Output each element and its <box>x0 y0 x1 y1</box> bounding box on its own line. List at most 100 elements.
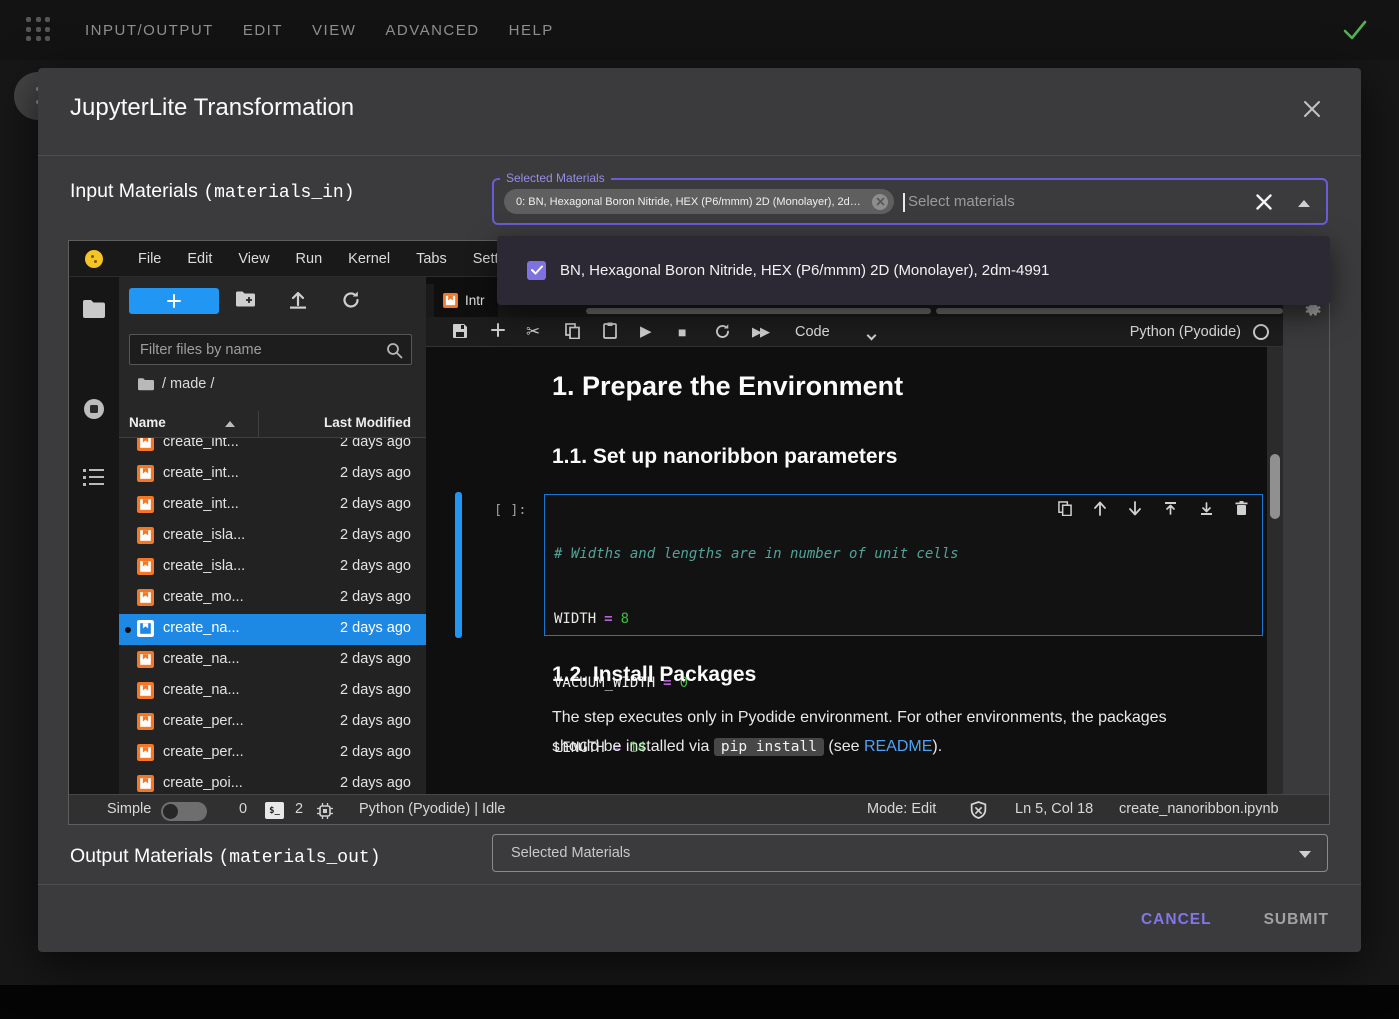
cancel-button[interactable]: CANCEL <box>1141 911 1212 929</box>
notebook-filename[interactable]: create_nanoribbon.ipynb <box>1119 801 1279 817</box>
column-name[interactable]: Name <box>129 415 166 430</box>
file-row[interactable]: create_na...2 days ago <box>119 676 426 707</box>
code-cell[interactable]: # Widths and lengths are in number of un… <box>544 494 1263 636</box>
cell-type-select[interactable]: Code <box>795 324 830 340</box>
materials-input-placeholder[interactable]: Select materials <box>908 193 1015 210</box>
file-row[interactable]: create_mo...2 days ago <box>119 583 426 614</box>
duplicate-cell-icon[interactable] <box>1058 501 1072 516</box>
check-icon[interactable] <box>1341 17 1369 43</box>
header-divider <box>38 155 1361 156</box>
stop-icon[interactable]: ■ <box>678 324 686 340</box>
jmenu-settings[interactable]: Sett <box>473 251 499 267</box>
restart-kernel-icon[interactable] <box>714 323 731 340</box>
trust-shield-icon[interactable] <box>969 801 988 820</box>
insert-cell-icon[interactable] <box>490 322 506 338</box>
file-list: create_int...2 days ago create_int...2 d… <box>119 438 426 794</box>
input-materials-label: Input Materials (materials_in) <box>70 180 355 203</box>
terminal-icon: $_ <box>265 802 284 819</box>
notebook-icon <box>137 527 154 544</box>
app-top-bar: INPUT/OUTPUT EDIT VIEW ADVANCED HELP <box>0 0 1399 60</box>
notebook-icon <box>443 293 458 308</box>
upload-icon[interactable] <box>288 290 308 309</box>
notebook-h2: 1.2. Install Packages <box>552 663 756 687</box>
delete-cell-icon[interactable] <box>1235 501 1248 516</box>
kernel-status-icon[interactable] <box>1253 324 1269 340</box>
file-row[interactable]: create_per...2 days ago <box>119 738 426 769</box>
table-of-contents-icon[interactable] <box>82 467 106 487</box>
input-materials-code: (materials_in) <box>203 183 354 203</box>
output-materials-code: (materials_out) <box>218 848 380 868</box>
tabbar-scrollbar[interactable] <box>936 308 1283 314</box>
sort-ascending-icon[interactable] <box>225 421 235 427</box>
terminals-count[interactable]: 0 <box>239 801 247 817</box>
notebook-scrollbar-thumb[interactable] <box>1270 454 1280 519</box>
file-row[interactable]: create_poi...2 days ago <box>119 769 426 794</box>
selected-materials-field[interactable]: 0: BN, Hexagonal Boron Nitride, HEX (P6/… <box>492 178 1328 225</box>
file-row[interactable]: create_int...2 days ago <box>119 459 426 490</box>
active-cell-indicator[interactable] <box>455 492 462 638</box>
dropdown-open-caret-icon[interactable] <box>1298 200 1310 207</box>
restart-run-all-icon[interactable]: ▶▶ <box>752 324 768 340</box>
file-row[interactable]: create_na...2 days ago <box>119 645 426 676</box>
move-cell-down-icon[interactable] <box>1128 501 1142 516</box>
mode-indicator[interactable]: Mode: Edit <box>867 801 936 817</box>
breadcrumb[interactable]: / made / <box>137 376 214 392</box>
material-chip[interactable]: 0: BN, Hexagonal Boron Nitride, HEX (P6/… <box>504 189 894 214</box>
insert-cell-below-icon[interactable] <box>1199 501 1214 516</box>
cursor-position[interactable]: Ln 5, Col 18 <box>1015 801 1093 817</box>
app-logo-dots-icon[interactable] <box>26 17 52 43</box>
filter-files-input[interactable] <box>140 335 380 364</box>
close-icon[interactable] <box>1299 96 1325 122</box>
jupyterlite-logo-icon <box>85 250 103 268</box>
new-launcher-button[interactable] <box>129 288 219 314</box>
kernel-status-text[interactable]: Python (Pyodide) | Idle <box>359 801 505 817</box>
file-row[interactable]: create_isla...2 days ago <box>119 552 426 583</box>
kernel-name[interactable]: Python (Pyodide) <box>1130 324 1241 340</box>
checkbox-checked-icon[interactable] <box>527 261 546 280</box>
jmenu-kernel[interactable]: Kernel <box>348 251 390 267</box>
column-last-modified[interactable]: Last Modified <box>324 415 411 430</box>
output-materials-select[interactable]: Selected Materials <box>492 834 1328 872</box>
jmenu-view[interactable]: View <box>238 251 269 267</box>
screen: INPUT/OUTPUT EDIT VIEW ADVANCED HELP Jup… <box>0 0 1399 1019</box>
simple-mode-label: Simple <box>107 801 151 817</box>
folder-icon <box>137 377 154 391</box>
menu-help[interactable]: HELP <box>509 22 554 39</box>
tabbar-scrollbar[interactable] <box>586 308 931 314</box>
refresh-icon[interactable] <box>341 290 361 310</box>
file-row[interactable]: create_int...2 days ago <box>119 438 426 459</box>
submit-button[interactable]: SUBMIT <box>1264 911 1329 929</box>
simple-mode-toggle[interactable] <box>161 802 207 821</box>
jmenu-edit[interactable]: Edit <box>187 251 212 267</box>
jmenu-tabs[interactable]: Tabs <box>416 251 447 267</box>
move-cell-up-icon[interactable] <box>1093 501 1107 516</box>
file-row[interactable]: create_int...2 days ago <box>119 490 426 521</box>
run-icon[interactable]: ▶ <box>640 324 652 340</box>
cut-icon[interactable]: ✂ <box>526 324 540 340</box>
material-option[interactable]: BN, Hexagonal Boron Nitride, HEX (P6/mmm… <box>497 250 1330 290</box>
file-browser-icon[interactable] <box>82 299 106 319</box>
chip-remove-icon[interactable] <box>872 194 888 210</box>
menu-input-output[interactable]: INPUT/OUTPUT <box>85 22 214 39</box>
paste-icon[interactable] <box>603 322 617 339</box>
chevron-down-icon[interactable] <box>868 326 875 342</box>
file-row[interactable]: create_per...2 days ago <box>119 707 426 738</box>
menu-edit[interactable]: EDIT <box>243 22 283 39</box>
file-row-selected[interactable]: create_na...2 days ago <box>119 614 426 645</box>
jmenu-file[interactable]: File <box>138 251 161 267</box>
menu-advanced[interactable]: ADVANCED <box>385 22 479 39</box>
notebook-tab[interactable]: Intr <box>434 284 498 317</box>
copy-icon[interactable] <box>565 323 580 339</box>
running-kernels-icon[interactable] <box>82 397 106 421</box>
save-icon[interactable] <box>452 323 468 339</box>
menu-view[interactable]: VIEW <box>312 22 356 39</box>
kernels-count[interactable]: 2 <box>295 801 303 817</box>
file-list-header: Name Last Modified <box>119 411 426 438</box>
readme-link[interactable]: README <box>864 738 932 755</box>
jmenu-run[interactable]: Run <box>296 251 323 267</box>
clear-selection-icon[interactable] <box>1254 192 1274 212</box>
new-folder-icon[interactable] <box>235 290 256 308</box>
notebook-scrollbar-track[interactable] <box>1267 347 1283 794</box>
file-row[interactable]: create_isla...2 days ago <box>119 521 426 552</box>
insert-cell-above-icon[interactable] <box>1163 501 1178 516</box>
